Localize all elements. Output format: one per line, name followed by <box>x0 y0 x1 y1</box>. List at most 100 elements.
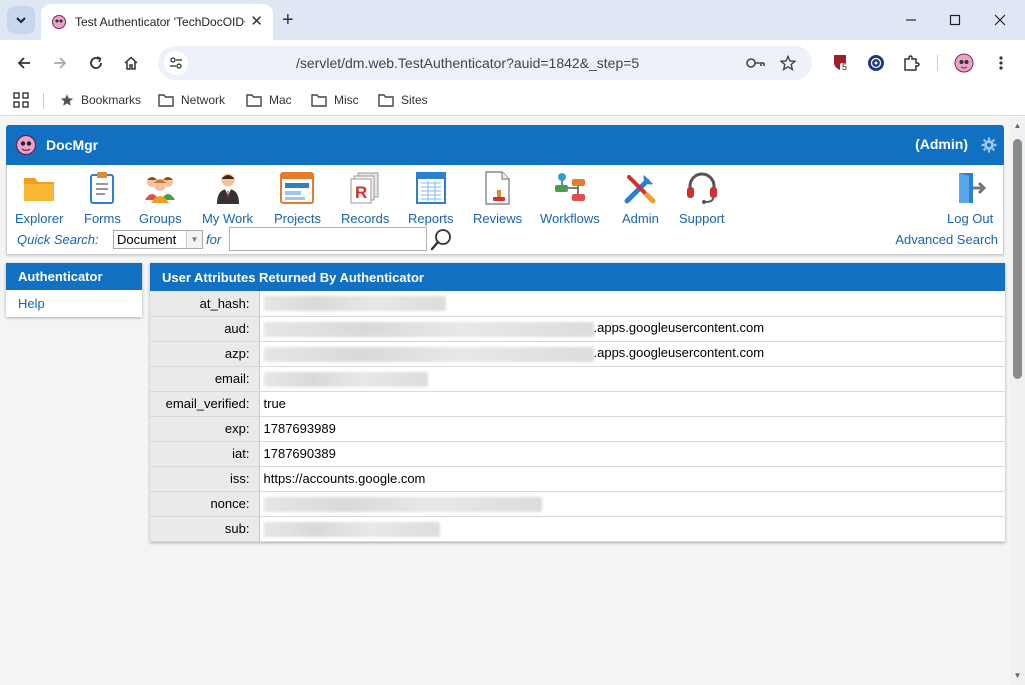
toolbar-label: Forms <box>84 211 121 226</box>
toolbar-my-work[interactable]: My Work <box>202 171 253 226</box>
toolbar-explorer[interactable]: Explorer <box>15 171 63 226</box>
toolbar-reviews[interactable]: Reviews <box>473 171 522 226</box>
home-icon[interactable] <box>119 51 143 75</box>
bookmark-bookmarks[interactable]: Bookmarks <box>60 93 141 107</box>
tab-close-icon[interactable]: ✕ <box>250 14 263 30</box>
key-icon[interactable] <box>746 53 766 73</box>
address-bar[interactable]: /servlet/dm.web.TestAuthenticator?auid=1… <box>158 46 812 80</box>
extension-badge: 5 <box>842 62 848 72</box>
page-content: DocMgr (Admin) Explorer Forms Groups My … <box>0 117 1010 685</box>
new-tab-icon[interactable]: + <box>282 10 294 30</box>
shield-extension-icon[interactable]: 5 <box>831 53 851 73</box>
logout-label: Log Out <box>947 211 994 226</box>
logout-button[interactable]: Log Out <box>947 171 993 226</box>
browser-navbar: /servlet/dm.web.TestAuthenticator?auid=1… <box>0 40 1025 86</box>
table-row: iat: 1787690389 <box>150 441 1005 467</box>
bookmarks-bar: Bookmarks Network Mac Misc Sites <box>0 86 1025 116</box>
quick-search-type-select[interactable]: Document ▼ <box>113 230 203 249</box>
quick-search-label: Quick Search: <box>17 232 99 247</box>
gear-icon[interactable] <box>981 137 997 153</box>
attribute-key: azp: <box>150 341 260 367</box>
person-icon <box>216 173 239 204</box>
extensions-puzzle-icon[interactable] <box>901 53 921 73</box>
toolbar-forms[interactable]: Forms <box>84 171 121 226</box>
advanced-search-link[interactable]: Advanced Search <box>895 232 998 247</box>
folder-icon <box>378 94 394 107</box>
toolbar-records[interactable]: R Records <box>341 171 389 226</box>
reload-icon[interactable] <box>84 51 108 75</box>
magnifier-search-icon[interactable] <box>430 227 454 251</box>
toolbar-label: Reports <box>408 211 454 226</box>
headset-icon <box>686 172 717 204</box>
window-close-icon[interactable] <box>988 8 1012 32</box>
globe-extension-icon[interactable] <box>866 53 886 73</box>
window-icon <box>280 172 315 204</box>
scrollbar-thumb[interactable] <box>1013 139 1022 379</box>
browser-tab-active[interactable]: Test Authenticator 'TechDocOIDC' ✕ <box>41 4 273 40</box>
toolbar-admin[interactable]: Admin <box>622 171 659 226</box>
bookmark-label: Misc <box>334 93 359 107</box>
attribute-value: .apps.googleusercontent.com <box>259 341 1005 367</box>
attribute-value: 1787693989 <box>259 416 1005 442</box>
attribute-value <box>259 366 1005 392</box>
apps-grid-icon[interactable] <box>13 92 36 108</box>
attribute-key: nonce: <box>150 491 260 517</box>
redacted-value <box>263 521 440 537</box>
back-icon[interactable] <box>12 51 36 75</box>
bookmarks-divider <box>43 93 44 109</box>
redacted-value <box>263 346 594 362</box>
attribute-key: aud: <box>150 316 260 342</box>
attribute-key: sub: <box>150 516 260 542</box>
attributes-panel-title: User Attributes Returned By Authenticato… <box>150 263 1005 291</box>
user-role[interactable]: (Admin) <box>915 136 968 152</box>
scroll-up-icon[interactable]: ▲ <box>1013 121 1022 130</box>
dropdown-arrow-icon: ▼ <box>186 231 202 248</box>
svg-text:R: R <box>355 183 367 202</box>
minimize-icon[interactable] <box>899 8 923 32</box>
toolbar-reports[interactable]: Reports <box>408 171 454 226</box>
scroll-down-icon[interactable]: ▼ <box>1013 671 1022 680</box>
bookmark-label: Network <box>181 93 226 107</box>
toolbar-projects[interactable]: Projects <box>274 171 321 226</box>
docmgr-logo-icon <box>52 15 66 29</box>
tab-title: Test Authenticator 'TechDocOIDC' <box>75 15 245 29</box>
report-icon <box>415 172 446 204</box>
bookmark-network[interactable]: Network <box>158 93 225 107</box>
clipboard-icon <box>90 172 115 204</box>
browser-menu-icon[interactable] <box>991 53 1011 73</box>
toolbar-label: Admin <box>622 211 659 226</box>
star-icon[interactable] <box>778 53 798 73</box>
chevron-down-icon <box>16 17 26 24</box>
forward-icon[interactable] <box>48 51 72 75</box>
toolbar-support[interactable]: Support <box>679 171 725 226</box>
url-text: /servlet/dm.web.TestAuthenticator?auid=1… <box>296 55 640 71</box>
toolbar-workflows[interactable]: Workflows <box>540 171 600 226</box>
attribute-key: iss: <box>150 466 260 492</box>
bookmark-sites[interactable]: Sites <box>378 93 428 107</box>
folder-icon <box>24 178 55 201</box>
sidebar-item-help[interactable]: Help <box>6 290 142 311</box>
quick-search-type-value: Document <box>117 232 177 247</box>
table-row: email_verified: true <box>150 391 1005 417</box>
profile-avatar-icon[interactable] <box>954 53 974 73</box>
attribute-key: exp: <box>150 416 260 442</box>
redacted-value <box>263 296 446 312</box>
page-scrollbar[interactable]: ▲ ▼ <box>1010 117 1025 685</box>
bookmark-mac[interactable]: Mac <box>246 93 292 107</box>
tab-search-button[interactable] <box>7 6 35 34</box>
toolbar-label: Support <box>679 211 725 226</box>
toolbar-label: My Work <box>202 211 254 226</box>
toolbar-divider <box>937 55 938 71</box>
bookmark-misc[interactable]: Misc <box>311 93 359 107</box>
quick-search-input[interactable] <box>229 227 427 251</box>
toolbar-groups[interactable]: Groups <box>139 171 182 226</box>
maximize-icon[interactable] <box>943 8 967 32</box>
site-info-icon[interactable] <box>164 51 188 75</box>
records-icon: R <box>350 172 379 204</box>
tools-icon <box>624 175 656 204</box>
attributes-table: at_hash: aud: .apps.googleusercontent.co… <box>150 291 1005 542</box>
workflow-icon <box>554 173 585 201</box>
attribute-value: 1787690389 <box>259 441 1005 467</box>
document-stamp-icon <box>484 171 510 205</box>
attribute-key: email: <box>150 366 260 392</box>
